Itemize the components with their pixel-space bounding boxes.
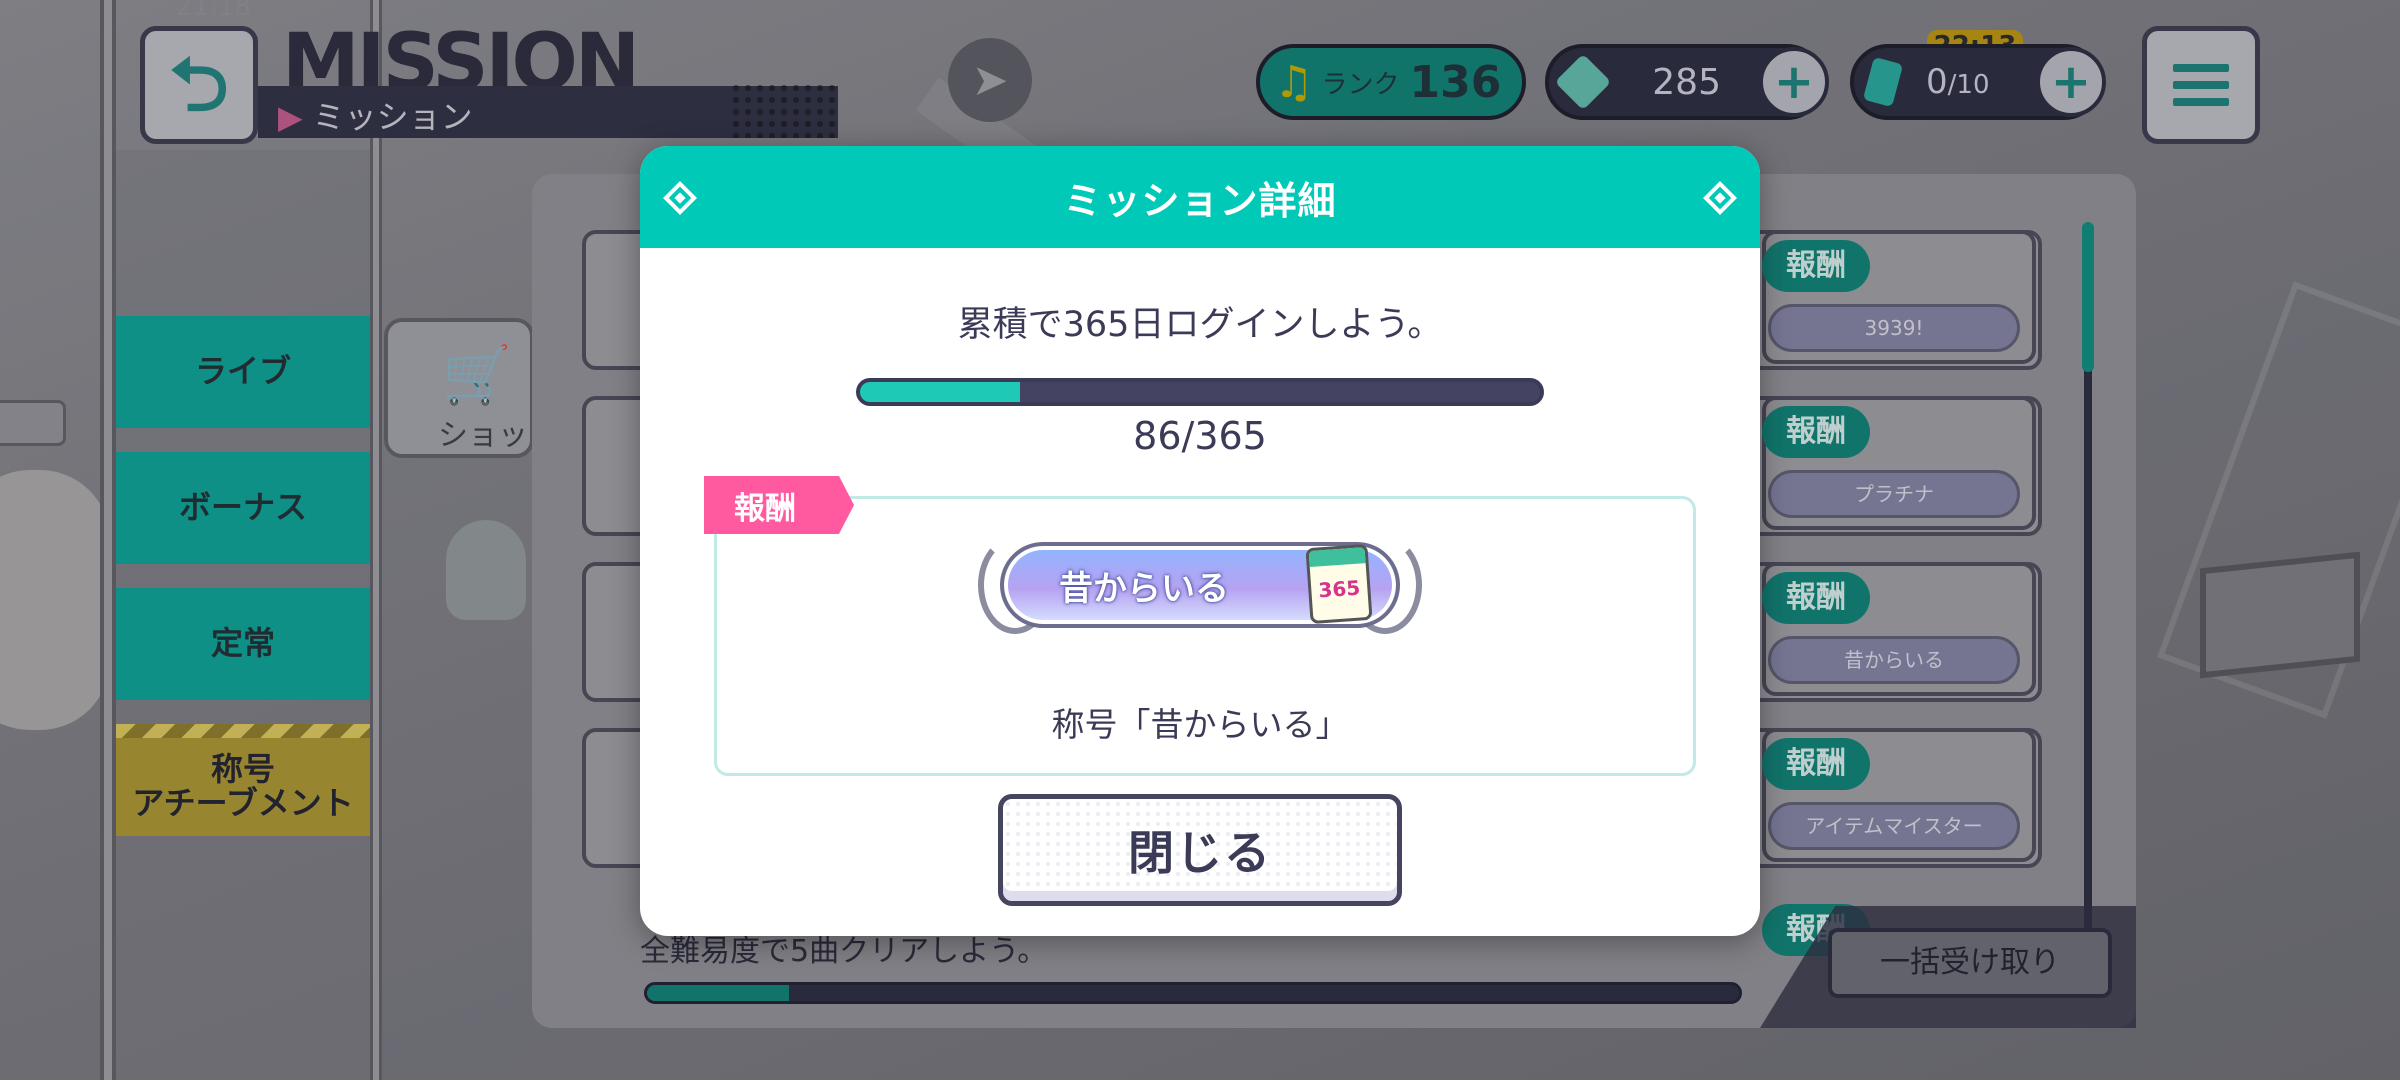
progress-fill (860, 382, 1021, 402)
mission-description: 累積で365日ログインしよう。 (957, 305, 1443, 345)
calendar-icon: 365 (1305, 543, 1373, 625)
mission-detail-modal: ミッション詳細 累積で365日ログインしよう。 86/365 報酬 昔からいる … (640, 146, 1760, 936)
diamond-icon (1703, 181, 1737, 215)
title-badge: 昔からいる 365 (978, 536, 1422, 634)
close-label: 閉じる (1128, 826, 1272, 880)
reward-name: 称号「昔からいる」 (1051, 705, 1349, 744)
login-progress-bar (856, 378, 1544, 406)
reward-tag: 報酬 (704, 476, 854, 534)
badge-plate: 昔からいる 365 (1000, 542, 1400, 628)
progress-text: 86/365 (1133, 414, 1267, 458)
calendar-number: 365 (1317, 575, 1362, 603)
modal-header: ミッション詳細 (640, 146, 1760, 248)
calendar-top (1308, 547, 1366, 567)
close-button[interactable]: 閉じる (998, 794, 1402, 906)
badge-text: 昔からいる (1059, 568, 1229, 609)
diamond-icon (663, 181, 697, 215)
modal-title: ミッション詳細 (1063, 178, 1337, 223)
